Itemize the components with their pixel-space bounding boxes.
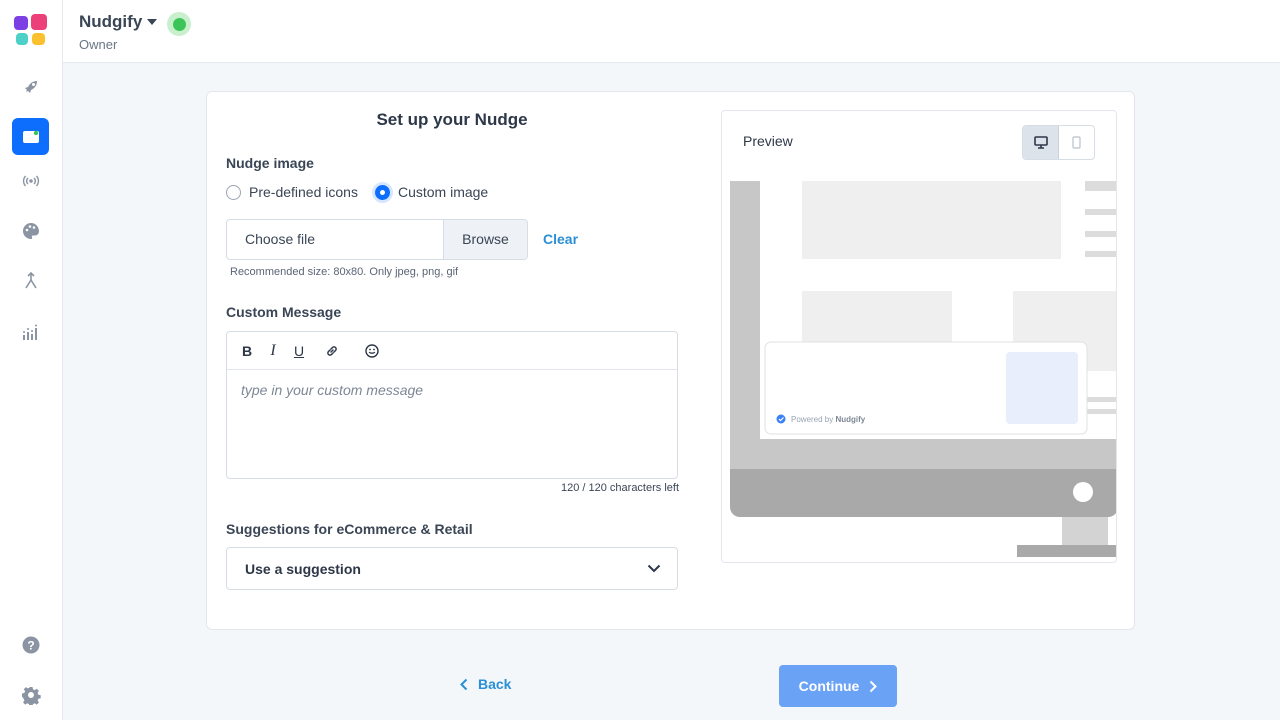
back-button[interactable]: Back bbox=[460, 676, 511, 692]
chevron-left-icon bbox=[460, 678, 468, 690]
sidebar-item-design[interactable] bbox=[12, 212, 49, 249]
custom-message-label: Custom Message bbox=[226, 304, 342, 320]
character-counter: 120 / 120 characters left bbox=[560, 482, 679, 494]
help-icon: ? bbox=[22, 636, 39, 653]
bold-button[interactable]: B bbox=[241, 343, 253, 359]
continue-button[interactable]: Continue bbox=[779, 665, 897, 707]
nudge-image-options: Pre-defined icons Custom image bbox=[226, 184, 505, 200]
preview-panel: Preview Powered by Nudgify bbox=[721, 110, 1117, 563]
file-chooser[interactable]: Choose file Browse bbox=[226, 219, 528, 260]
palette-icon bbox=[22, 222, 39, 239]
radio-predefined-icons[interactable] bbox=[226, 184, 241, 200]
link-icon[interactable] bbox=[325, 344, 339, 358]
desktop-preview-button[interactable] bbox=[1023, 126, 1059, 159]
suggestion-dropdown-value: Use a suggestion bbox=[245, 560, 361, 577]
editor-toolbar: B I U bbox=[227, 332, 677, 370]
suggestion-dropdown[interactable]: Use a suggestion bbox=[226, 547, 678, 590]
account-switcher[interactable]: Nudgify bbox=[79, 12, 158, 32]
italic-button[interactable]: I bbox=[267, 342, 279, 360]
suggestions-label: Suggestions for eCommerce & Retail bbox=[226, 521, 473, 537]
desktop-icon bbox=[1033, 136, 1048, 149]
sidebar-item-settings[interactable] bbox=[12, 676, 49, 713]
user-role: Owner bbox=[79, 37, 118, 52]
sidebar-item-nudges[interactable] bbox=[12, 118, 49, 155]
merge-icon bbox=[24, 271, 37, 288]
message-input[interactable]: type in your custom message bbox=[227, 370, 677, 410]
sidebar-item-integrations[interactable] bbox=[12, 262, 49, 299]
broadcast-icon bbox=[22, 175, 39, 186]
emoji-icon[interactable] bbox=[365, 343, 379, 358]
svg-text:?: ? bbox=[27, 638, 34, 652]
mobile-icon bbox=[1072, 136, 1081, 149]
gear-icon bbox=[21, 686, 41, 705]
brand-name: Nudgify bbox=[79, 12, 143, 31]
caret-down-icon bbox=[147, 19, 158, 25]
nudgify-logo[interactable] bbox=[14, 14, 48, 48]
nudge-image-label: Nudge image bbox=[226, 155, 314, 171]
status-indicator bbox=[167, 12, 191, 36]
sidebar-item-launch[interactable] bbox=[12, 68, 49, 105]
radio-custom-image[interactable] bbox=[374, 184, 390, 200]
powered-by-text: Powered by Nudgify bbox=[791, 415, 866, 424]
sidebar: ? bbox=[0, 0, 63, 720]
file-name-field[interactable]: Choose file bbox=[227, 220, 443, 259]
chart-icon bbox=[22, 324, 37, 340]
back-button-label: Back bbox=[478, 676, 512, 692]
image-hint: Recommended size: 80x80. Only jpeg, png,… bbox=[230, 266, 459, 278]
nudge-setup-card: Set up your Nudge Nudge image Pre-define… bbox=[206, 91, 1135, 630]
page-title: Set up your Nudge bbox=[376, 110, 528, 129]
preview-label: Preview bbox=[743, 133, 793, 149]
desktop-mockup: Powered by Nudgify bbox=[730, 181, 1116, 557]
clear-button[interactable]: Clear bbox=[543, 231, 578, 247]
rocket-icon bbox=[24, 80, 37, 93]
radio-predefined-icons-label[interactable]: Pre-defined icons bbox=[249, 184, 358, 200]
message-editor: B I U type in your custom message bbox=[226, 331, 678, 479]
continue-button-label: Continue bbox=[798, 678, 860, 694]
browser-window-icon bbox=[22, 130, 39, 143]
mobile-preview-button[interactable] bbox=[1059, 126, 1094, 159]
sidebar-item-help[interactable]: ? bbox=[12, 626, 49, 663]
device-toggle bbox=[1022, 125, 1095, 160]
underline-button[interactable]: U bbox=[293, 343, 305, 359]
sidebar-item-broadcast[interactable] bbox=[12, 162, 49, 199]
browse-button[interactable]: Browse bbox=[443, 220, 527, 259]
sidebar-item-analytics[interactable] bbox=[12, 314, 49, 351]
top-bar: Nudgify Owner bbox=[63, 0, 1280, 63]
chevron-right-icon bbox=[870, 680, 878, 692]
chevron-down-icon bbox=[647, 564, 661, 573]
radio-custom-image-label[interactable]: Custom image bbox=[398, 184, 488, 200]
